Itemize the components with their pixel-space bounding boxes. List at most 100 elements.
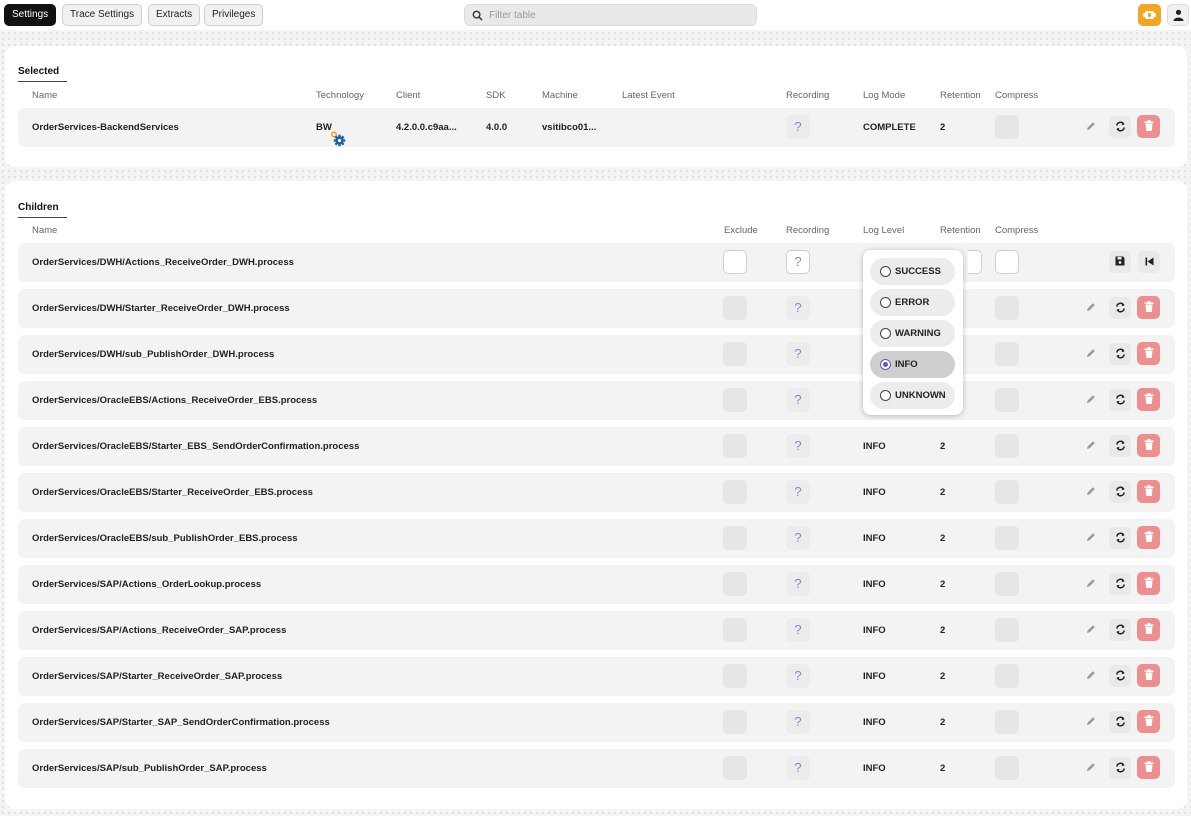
compress-checkbox[interactable] — [995, 756, 1019, 780]
refresh-button[interactable] — [1109, 297, 1131, 319]
delete-button[interactable] — [1137, 618, 1160, 641]
recording-toggle[interactable]: ? — [786, 480, 810, 504]
refresh-button[interactable] — [1109, 116, 1131, 138]
exclude-checkbox[interactable] — [723, 250, 747, 274]
delete-button[interactable] — [1137, 342, 1160, 365]
edit-button[interactable] — [1080, 297, 1102, 319]
option-warning[interactable]: WARNING — [870, 320, 955, 347]
plugin-button[interactable] — [1138, 4, 1161, 26]
edit-button[interactable] — [1080, 481, 1102, 503]
table-row[interactable]: OrderServices/OracleEBS/Starter_EBS_Send… — [18, 427, 1175, 466]
compress-checkbox[interactable] — [995, 710, 1019, 734]
tab-extracts[interactable]: Extracts — [148, 4, 201, 26]
compress-checkbox[interactable] — [995, 115, 1019, 139]
delete-button[interactable] — [1137, 296, 1160, 319]
recording-toggle[interactable]: ? — [786, 115, 810, 139]
option-error[interactable]: ERROR — [870, 289, 955, 316]
table-row[interactable]: OrderServices/DWH/sub_PublishOrder_DWH.p… — [18, 335, 1175, 374]
option-success[interactable]: SUCCESS — [870, 258, 955, 285]
recording-toggle[interactable]: ? — [786, 342, 810, 366]
recording-toggle[interactable]: ? — [786, 756, 810, 780]
table-row[interactable]: OrderServices/SAP/sub_PublishOrder_SAP.p… — [18, 749, 1175, 788]
tab-privileges[interactable]: Privileges — [204, 4, 264, 26]
compress-checkbox[interactable] — [995, 342, 1019, 366]
compress-checkbox[interactable] — [995, 434, 1019, 458]
exclude-checkbox[interactable] — [723, 434, 747, 458]
search-input[interactable] — [489, 7, 749, 23]
compress-checkbox[interactable] — [995, 296, 1019, 320]
edit-button[interactable] — [1080, 435, 1102, 457]
recording-toggle[interactable]: ? — [786, 618, 810, 642]
edit-button[interactable] — [1080, 343, 1102, 365]
save-button[interactable] — [1109, 251, 1131, 273]
exclude-checkbox[interactable] — [723, 480, 747, 504]
compress-checkbox[interactable] — [995, 480, 1019, 504]
exclude-checkbox[interactable] — [723, 710, 747, 734]
exclude-checkbox[interactable] — [723, 342, 747, 366]
recording-toggle[interactable]: ? — [786, 710, 810, 734]
user-button[interactable] — [1167, 4, 1189, 26]
delete-button[interactable] — [1137, 388, 1160, 411]
delete-button[interactable] — [1137, 526, 1160, 549]
recording-toggle[interactable]: ? — [786, 250, 810, 274]
recording-toggle[interactable]: ? — [786, 526, 810, 550]
option-info[interactable]: INFO — [870, 351, 955, 378]
refresh-button[interactable] — [1109, 711, 1131, 733]
delete-button[interactable] — [1137, 710, 1160, 733]
compress-checkbox[interactable] — [995, 572, 1019, 596]
table-row[interactable]: OrderServices/OracleEBS/Actions_ReceiveO… — [18, 381, 1175, 420]
recording-toggle[interactable]: ? — [786, 388, 810, 412]
edit-button[interactable] — [1080, 116, 1102, 138]
refresh-button[interactable] — [1109, 757, 1131, 779]
table-row[interactable]: OrderServices/DWH/Actions_ReceiveOrder_D… — [18, 243, 1175, 282]
refresh-button[interactable] — [1109, 343, 1131, 365]
exclude-checkbox[interactable] — [723, 756, 747, 780]
table-row[interactable]: OrderServices/SAP/Starter_SAP_SendOrderC… — [18, 703, 1175, 742]
edit-button[interactable] — [1080, 527, 1102, 549]
table-row[interactable]: OrderServices/SAP/Actions_OrderLookup.pr… — [18, 565, 1175, 604]
delete-button[interactable] — [1137, 756, 1160, 779]
edit-button[interactable] — [1080, 573, 1102, 595]
edit-button[interactable] — [1080, 619, 1102, 641]
delete-button[interactable] — [1137, 572, 1160, 595]
table-row[interactable]: OrderServices/DWH/Starter_ReceiveOrder_D… — [18, 289, 1175, 328]
edit-button[interactable] — [1080, 711, 1102, 733]
delete-button[interactable] — [1137, 115, 1160, 138]
delete-button[interactable] — [1137, 434, 1160, 457]
exclude-checkbox[interactable] — [723, 618, 747, 642]
recording-toggle[interactable]: ? — [786, 434, 810, 458]
recording-toggle[interactable]: ? — [786, 664, 810, 688]
exclude-checkbox[interactable] — [723, 526, 747, 550]
compress-checkbox[interactable] — [995, 526, 1019, 550]
delete-button[interactable] — [1137, 664, 1160, 687]
compress-checkbox[interactable] — [995, 664, 1019, 688]
option-unknown[interactable]: UNKNOWN — [870, 382, 955, 409]
refresh-button[interactable] — [1109, 665, 1131, 687]
tab-trace-settings[interactable]: Trace Settings — [62, 4, 143, 26]
refresh-button[interactable] — [1109, 481, 1131, 503]
table-row[interactable]: OrderServices/SAP/Actions_ReceiveOrder_S… — [18, 611, 1175, 650]
delete-button[interactable] — [1137, 480, 1160, 503]
refresh-button[interactable] — [1109, 573, 1131, 595]
refresh-button[interactable] — [1109, 435, 1131, 457]
exclude-checkbox[interactable] — [723, 388, 747, 412]
edit-button[interactable] — [1080, 389, 1102, 411]
refresh-button[interactable] — [1109, 619, 1131, 641]
tab-settings[interactable]: Settings — [4, 4, 57, 26]
revert-button[interactable] — [1138, 251, 1160, 273]
selected-row[interactable]: OrderServices-BackendServices BW 4.2.0.0… — [18, 108, 1175, 147]
retention-input[interactable] — [968, 250, 982, 274]
recording-toggle[interactable]: ? — [786, 296, 810, 320]
edit-button[interactable] — [1080, 665, 1102, 687]
table-row[interactable]: OrderServices/OracleEBS/sub_PublishOrder… — [18, 519, 1175, 558]
exclude-checkbox[interactable] — [723, 664, 747, 688]
compress-checkbox[interactable] — [995, 618, 1019, 642]
edit-button[interactable] — [1080, 757, 1102, 779]
exclude-checkbox[interactable] — [723, 572, 747, 596]
compress-checkbox[interactable] — [995, 388, 1019, 412]
refresh-button[interactable] — [1109, 527, 1131, 549]
compress-checkbox[interactable] — [995, 250, 1019, 274]
recording-toggle[interactable]: ? — [786, 572, 810, 596]
refresh-button[interactable] — [1109, 389, 1131, 411]
table-row[interactable]: OrderServices/OracleEBS/Starter_ReceiveO… — [18, 473, 1175, 512]
